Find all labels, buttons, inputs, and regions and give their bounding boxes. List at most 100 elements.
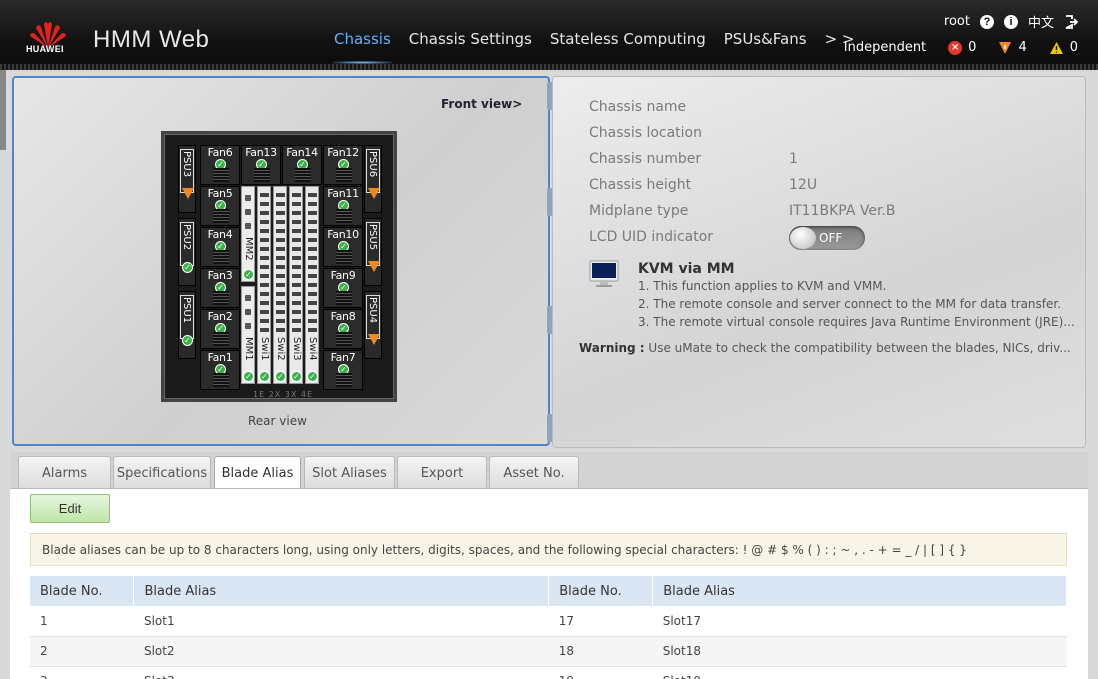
mm-slot[interactable]: MM2 ✓ xyxy=(241,186,255,282)
minor-alarm-icon[interactable] xyxy=(1049,41,1064,55)
username[interactable]: root xyxy=(944,14,970,29)
nav-chassis-settings[interactable]: Chassis Settings xyxy=(400,30,541,64)
minor-count[interactable]: 0 xyxy=(1070,40,1078,55)
chassis-rear-diagram: Fan6 ✓ Fan5 ✓ Fan4 ✓ Fan3 ✓ Fan2 ✓ Fan1 … xyxy=(161,131,397,402)
alarm-summary: Independent × 0 4 0 xyxy=(844,40,1078,55)
blade-alias-cell[interactable]: Slot17 xyxy=(652,606,1067,637)
lcd-uid-toggle[interactable]: OFF xyxy=(789,226,865,250)
psu-slot[interactable]: PSU2 ✓ xyxy=(178,218,196,286)
mode-label: Independent xyxy=(843,40,927,55)
kvm-note: 3. The remote virtual console requires J… xyxy=(638,315,1075,329)
major-count[interactable]: 4 xyxy=(1018,40,1026,55)
fan-grill xyxy=(254,168,270,182)
psu-slot[interactable]: PSU1 ✓ xyxy=(178,291,196,359)
rear-view-label: Rear view xyxy=(248,414,307,428)
warning-status-icon xyxy=(368,261,380,272)
psu-slot[interactable]: PSU4 xyxy=(364,291,382,359)
ok-status-icon: ✓ xyxy=(259,371,270,382)
kvm-note: 2. The remote console and server connect… xyxy=(638,297,1062,311)
nav-psus-fans[interactable]: PSUs&Fans xyxy=(715,30,816,64)
blade-alias-cell[interactable]: Slot2 xyxy=(133,636,549,667)
kvm-note: 1. This function applies to KVM and VMM. xyxy=(638,279,887,293)
switch-slot[interactable]: Swi4 ✓ xyxy=(305,186,319,384)
fan-slot[interactable]: Fan12 ✓ xyxy=(323,145,363,185)
fan-slot[interactable]: Fan3 ✓ xyxy=(200,268,240,308)
midplane-type-label: Midplane type xyxy=(589,203,689,219)
fan-grill xyxy=(336,250,352,264)
tab-specifications[interactable]: Specifications xyxy=(113,456,211,489)
logout-icon[interactable] xyxy=(1064,14,1078,29)
fan-slot[interactable]: Fan13 ✓ xyxy=(241,145,281,185)
fan-slot[interactable]: Fan2 ✓ xyxy=(200,309,240,349)
tab-alarms[interactable]: Alarms xyxy=(18,456,111,489)
nav-stateless-computing[interactable]: Stateless Computing xyxy=(541,30,715,64)
blade-no-cell: 2 xyxy=(30,636,134,667)
fan-grill xyxy=(213,250,229,264)
chassis-number-label: Chassis number xyxy=(589,151,702,167)
blade-alias-cell[interactable]: Slot19 xyxy=(652,666,1067,679)
table-row: 3 Slot3 19 Slot19 xyxy=(30,666,1067,679)
header-blade-alias[interactable]: Blade Alias xyxy=(652,576,1067,606)
blade-alias-cell[interactable]: Slot1 xyxy=(133,606,549,637)
chassis-height-value: 12U xyxy=(789,177,818,193)
warning-label: Warning : xyxy=(579,341,645,355)
fan-grill xyxy=(336,373,352,387)
front-view-link[interactable]: Front view> xyxy=(441,97,522,111)
nav-chassis[interactable]: Chassis xyxy=(325,30,400,64)
blade-no-cell: 3 xyxy=(30,666,134,679)
edit-button[interactable]: Edit xyxy=(30,494,110,523)
table-row: 1 Slot1 17 Slot17 xyxy=(30,606,1067,637)
ok-status-icon: ✓ xyxy=(307,371,318,382)
blade-no-cell: 19 xyxy=(548,666,653,679)
chassis-location-label: Chassis location xyxy=(589,125,702,141)
help-icon[interactable]: ? xyxy=(979,14,994,29)
tab-asset-no[interactable]: Asset No. xyxy=(489,456,579,489)
header-blade-no[interactable]: Blade No. xyxy=(548,576,654,606)
tab-blade-alias[interactable]: Blade Alias xyxy=(214,456,301,490)
tab-slot-aliases[interactable]: Slot Aliases xyxy=(304,456,395,489)
tab-export[interactable]: Export xyxy=(397,456,487,489)
window-edge xyxy=(0,70,6,150)
warning-status-icon xyxy=(182,188,194,199)
critical-count[interactable]: 0 xyxy=(968,40,976,55)
top-header: HUAWEI HMM Web Chassis Chassis Settings … xyxy=(0,0,1098,70)
switch-slot[interactable]: Swi1 ✓ xyxy=(257,186,271,384)
critical-alarm-icon[interactable]: × xyxy=(948,40,963,55)
info-icon[interactable]: i xyxy=(1003,14,1018,29)
fan-grill xyxy=(213,332,229,346)
fan-grill xyxy=(336,168,352,182)
fan-slot[interactable]: Fan7 ✓ xyxy=(323,350,363,390)
blade-no-cell: 18 xyxy=(548,636,653,667)
fan-slot[interactable]: Fan10 ✓ xyxy=(323,227,363,267)
chassis-name-label: Chassis name xyxy=(589,99,687,115)
blade-alias-cell[interactable]: Slot3 xyxy=(133,666,549,679)
blade-no-cell: 17 xyxy=(548,606,653,637)
switch-slot[interactable]: Swi3 ✓ xyxy=(289,186,303,384)
fan-slot[interactable]: Fan9 ✓ xyxy=(323,268,363,308)
fan-slot[interactable]: Fan14 ✓ xyxy=(282,145,322,185)
fan-slot[interactable]: Fan6 ✓ xyxy=(200,145,240,185)
major-alarm-icon[interactable] xyxy=(998,41,1012,55)
psu-slot[interactable]: PSU3 xyxy=(178,145,196,213)
switch-slot[interactable]: Swi2 ✓ xyxy=(273,186,287,384)
table-row: 2 Slot2 18 Slot18 xyxy=(30,636,1067,667)
header-blade-alias[interactable]: Blade Alias xyxy=(133,576,550,606)
psu-slot[interactable]: PSU5 xyxy=(364,218,382,286)
fan-slot[interactable]: Fan11 ✓ xyxy=(323,186,363,226)
fan-slot[interactable]: Fan1 ✓ xyxy=(200,350,240,390)
midplane-type-value: IT11BKPA Ver.B xyxy=(789,203,896,219)
psu-slot[interactable]: PSU6 xyxy=(364,145,382,213)
blade-alias-cell[interactable]: Slot18 xyxy=(652,636,1067,667)
language-switch[interactable]: 中文 xyxy=(1028,12,1054,31)
fan-slot[interactable]: Fan5 ✓ xyxy=(200,186,240,226)
mm-slot[interactable]: MM1 ✓ xyxy=(241,286,255,384)
ok-status-icon: ✓ xyxy=(291,371,302,382)
logo-text: HUAWEI xyxy=(26,44,64,54)
main-nav: Chassis Chassis Settings Stateless Compu… xyxy=(325,30,863,64)
fan-slot[interactable]: Fan8 ✓ xyxy=(323,309,363,349)
ok-status-icon: ✓ xyxy=(182,335,193,346)
alias-rules-notice: Blade aliases can be up to 8 characters … xyxy=(30,533,1067,566)
app-title: HMM Web xyxy=(93,26,210,53)
fan-slot[interactable]: Fan4 ✓ xyxy=(200,227,240,267)
header-blade-no[interactable]: Blade No. xyxy=(30,576,135,606)
